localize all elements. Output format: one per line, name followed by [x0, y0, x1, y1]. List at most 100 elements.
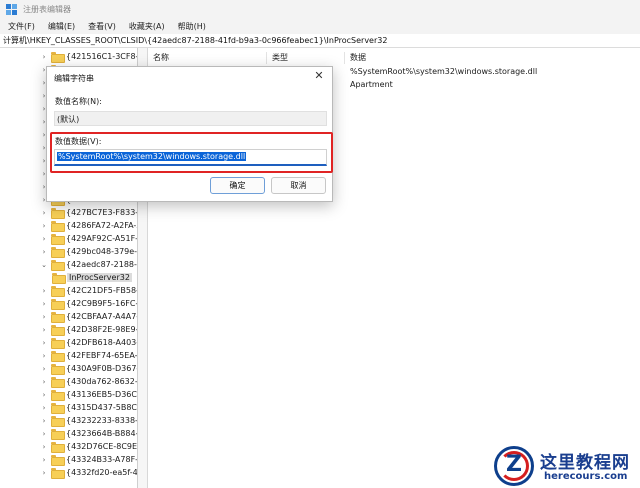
folder-icon — [51, 338, 65, 349]
tree-item-label: {42C21DF5-FB58-4 — [66, 286, 138, 295]
tree-item[interactable]: › {4332fd20-ea5f-40 — [40, 466, 137, 479]
value-data-label: 数值数据(V): — [55, 137, 102, 146]
tree-item[interactable]: › {43324B33-A78F-4 — [40, 453, 138, 466]
folder-icon — [51, 468, 65, 479]
tree-item[interactable]: › {42FEBF74-65EA-4 — [40, 349, 138, 362]
watermark-name: 这里教程网 — [540, 453, 630, 473]
chevron-right-icon[interactable]: › — [40, 326, 48, 334]
chevron-right-icon[interactable]: › — [40, 417, 48, 425]
menu-edit[interactable]: 编辑(E) — [48, 21, 75, 32]
column-header-data[interactable]: 数据 — [350, 52, 366, 63]
folder-icon — [51, 364, 65, 375]
tree-item-label: {42FEBF74-65EA-4 — [66, 351, 138, 360]
chevron-right-icon[interactable]: › — [40, 365, 48, 373]
folder-icon — [51, 208, 65, 219]
folder-icon — [51, 312, 65, 323]
tree-item-label: {42DFB618-A403-4 — [66, 338, 138, 347]
chevron-right-icon[interactable]: › — [40, 352, 48, 360]
tree-item-label: {4286FA72-A2FA-3 — [66, 221, 138, 230]
tree-item[interactable]: › {43136EB5-D36C-1 — [40, 388, 138, 401]
chevron-right-icon[interactable]: › — [40, 300, 48, 308]
value-data-selected-text: %SystemRoot%\system32\windows.storage.dl… — [57, 152, 247, 161]
tree-item-label: {4323664B-B884-4 — [66, 429, 138, 438]
list-header: 名称 类型 数据 — [148, 50, 640, 64]
tree-item[interactable]: › {430da762-8632-4 — [40, 375, 137, 388]
ok-button[interactable]: 确定 — [210, 177, 265, 194]
folder-icon — [51, 234, 65, 245]
chevron-right-icon[interactable]: › — [40, 222, 48, 230]
chevron-right-icon[interactable]: › — [40, 313, 48, 321]
tree-item-label: {42CBFAA7-A4A7-4 — [66, 312, 138, 321]
cancel-button[interactable]: 取消 — [271, 177, 326, 194]
tree-item[interactable]: › {42CBFAA7-A4A7-4 — [40, 310, 138, 323]
value-name-field: (默认) — [54, 111, 327, 126]
folder-icon — [51, 416, 65, 427]
chevron-right-icon[interactable]: › — [40, 235, 48, 243]
tree-item[interactable]: › {430A9F0B-D367-4 — [40, 362, 137, 375]
chevron-right-icon[interactable]: › — [40, 443, 48, 451]
tree-item[interactable]: › {42C9B9F5-16FC-4 — [40, 297, 138, 310]
value-data-input[interactable]: %SystemRoot%\system32\windows.storage.dl… — [54, 149, 327, 166]
tree-item[interactable]: › {42D38F2E-98E9-4 — [40, 323, 137, 336]
site-logo-icon: Z — [494, 446, 534, 486]
chevron-right-icon[interactable]: › — [40, 53, 48, 61]
window-title: 注册表编辑器 — [23, 5, 71, 14]
menu-view[interactable]: 查看(V) — [88, 21, 116, 32]
folder-icon — [51, 351, 65, 362]
column-header-type[interactable]: 类型 — [272, 52, 288, 63]
folder-icon — [51, 377, 65, 388]
close-icon[interactable]: ✕ — [312, 69, 326, 83]
tree-item-label: {427BC7E3-F833-4 — [66, 208, 138, 217]
folder-icon — [51, 247, 65, 258]
folder-icon — [52, 273, 66, 284]
column-header-name[interactable]: 名称 — [153, 52, 169, 63]
chevron-right-icon[interactable]: › — [40, 404, 48, 412]
chevron-right-icon[interactable]: › — [40, 339, 48, 347]
chevron-right-icon[interactable]: › — [40, 430, 48, 438]
address-bar[interactable]: 计算机\HKEY_CLASSES_ROOT\CLSID\{42aedc87-21… — [0, 34, 640, 48]
chevron-right-icon[interactable]: › — [40, 209, 48, 217]
folder-icon — [51, 442, 65, 453]
folder-icon — [51, 299, 65, 310]
chevron-right-icon[interactable]: › — [40, 248, 48, 256]
menu-file[interactable]: 文件(F) — [8, 21, 35, 32]
watermark-url: herecours.com — [544, 471, 628, 482]
chevron-right-icon[interactable]: › — [40, 391, 48, 399]
folder-icon — [51, 52, 65, 63]
tree-item-label: {42C9B9F5-16FC-4 — [66, 299, 138, 308]
tree-item[interactable]: › {429AF92C-A51F-1 — [40, 232, 137, 245]
edit-string-dialog: 编辑字符串 ✕ 数值名称(N): (默认) 数值数据(V): %SystemRo… — [46, 66, 333, 202]
tree-item-label: {432D76CE-8C9E-4 — [66, 442, 138, 451]
tree-item-label: {43324B33-A78F-4 — [66, 455, 138, 464]
chevron-down-icon[interactable]: ⌄ — [40, 261, 48, 269]
tree-item[interactable]: › {432D76CE-8C9E-4 — [40, 440, 138, 453]
tree-item[interactable]: › {42DFB618-A403-4 — [40, 336, 138, 349]
tree-item-label: {43136EB5-D36C-1 — [66, 390, 138, 399]
title-bar: 注册表编辑器 — [0, 0, 640, 19]
folder-icon — [51, 390, 65, 401]
row-data: %SystemRoot%\system32\windows.storage.dl… — [350, 67, 538, 76]
tree-item[interactable]: › {43232233-8338-4 — [40, 414, 138, 427]
menu-favorites[interactable]: 收藏夹(A) — [129, 21, 165, 32]
tree-item[interactable]: › {427BC7E3-F833-4 — [40, 206, 138, 219]
tree-item[interactable]: › {421516C1-3CF8-1 — [40, 50, 138, 63]
menu-help[interactable]: 帮助(H) — [178, 21, 206, 32]
watermark: Z 这里教程网 herecours.com — [488, 440, 640, 488]
row-data: Apartment — [350, 80, 393, 89]
tree-item[interactable]: › {4323664B-B884-4 — [40, 427, 138, 440]
tree-item-label: {42aedc87-2188-4 — [66, 260, 138, 269]
tree-item[interactable]: ⌄ {42aedc87-2188-4 — [40, 258, 138, 271]
tree-item[interactable]: › {429bc048-379e-4 — [40, 245, 138, 258]
tree-item-label: {429bc048-379e-4 — [66, 247, 138, 256]
tree-item-label: {43232233-8338-4 — [66, 416, 138, 425]
chevron-right-icon[interactable]: › — [40, 456, 48, 464]
tree-item[interactable]: › {42C21DF5-FB58-4 — [40, 284, 138, 297]
folder-icon — [51, 325, 65, 336]
tree-item[interactable]: › {4286FA72-A2FA-3 — [40, 219, 138, 232]
chevron-right-icon[interactable]: › — [40, 469, 48, 477]
chevron-right-icon[interactable]: › — [40, 378, 48, 386]
tree-item[interactable]: InProcServer32 — [46, 271, 132, 284]
chevron-right-icon[interactable]: › — [40, 287, 48, 295]
tree-item-label: {421516C1-3CF8-1 — [66, 52, 138, 61]
tree-item[interactable]: › {4315D437-5B8C-1 — [40, 401, 137, 414]
